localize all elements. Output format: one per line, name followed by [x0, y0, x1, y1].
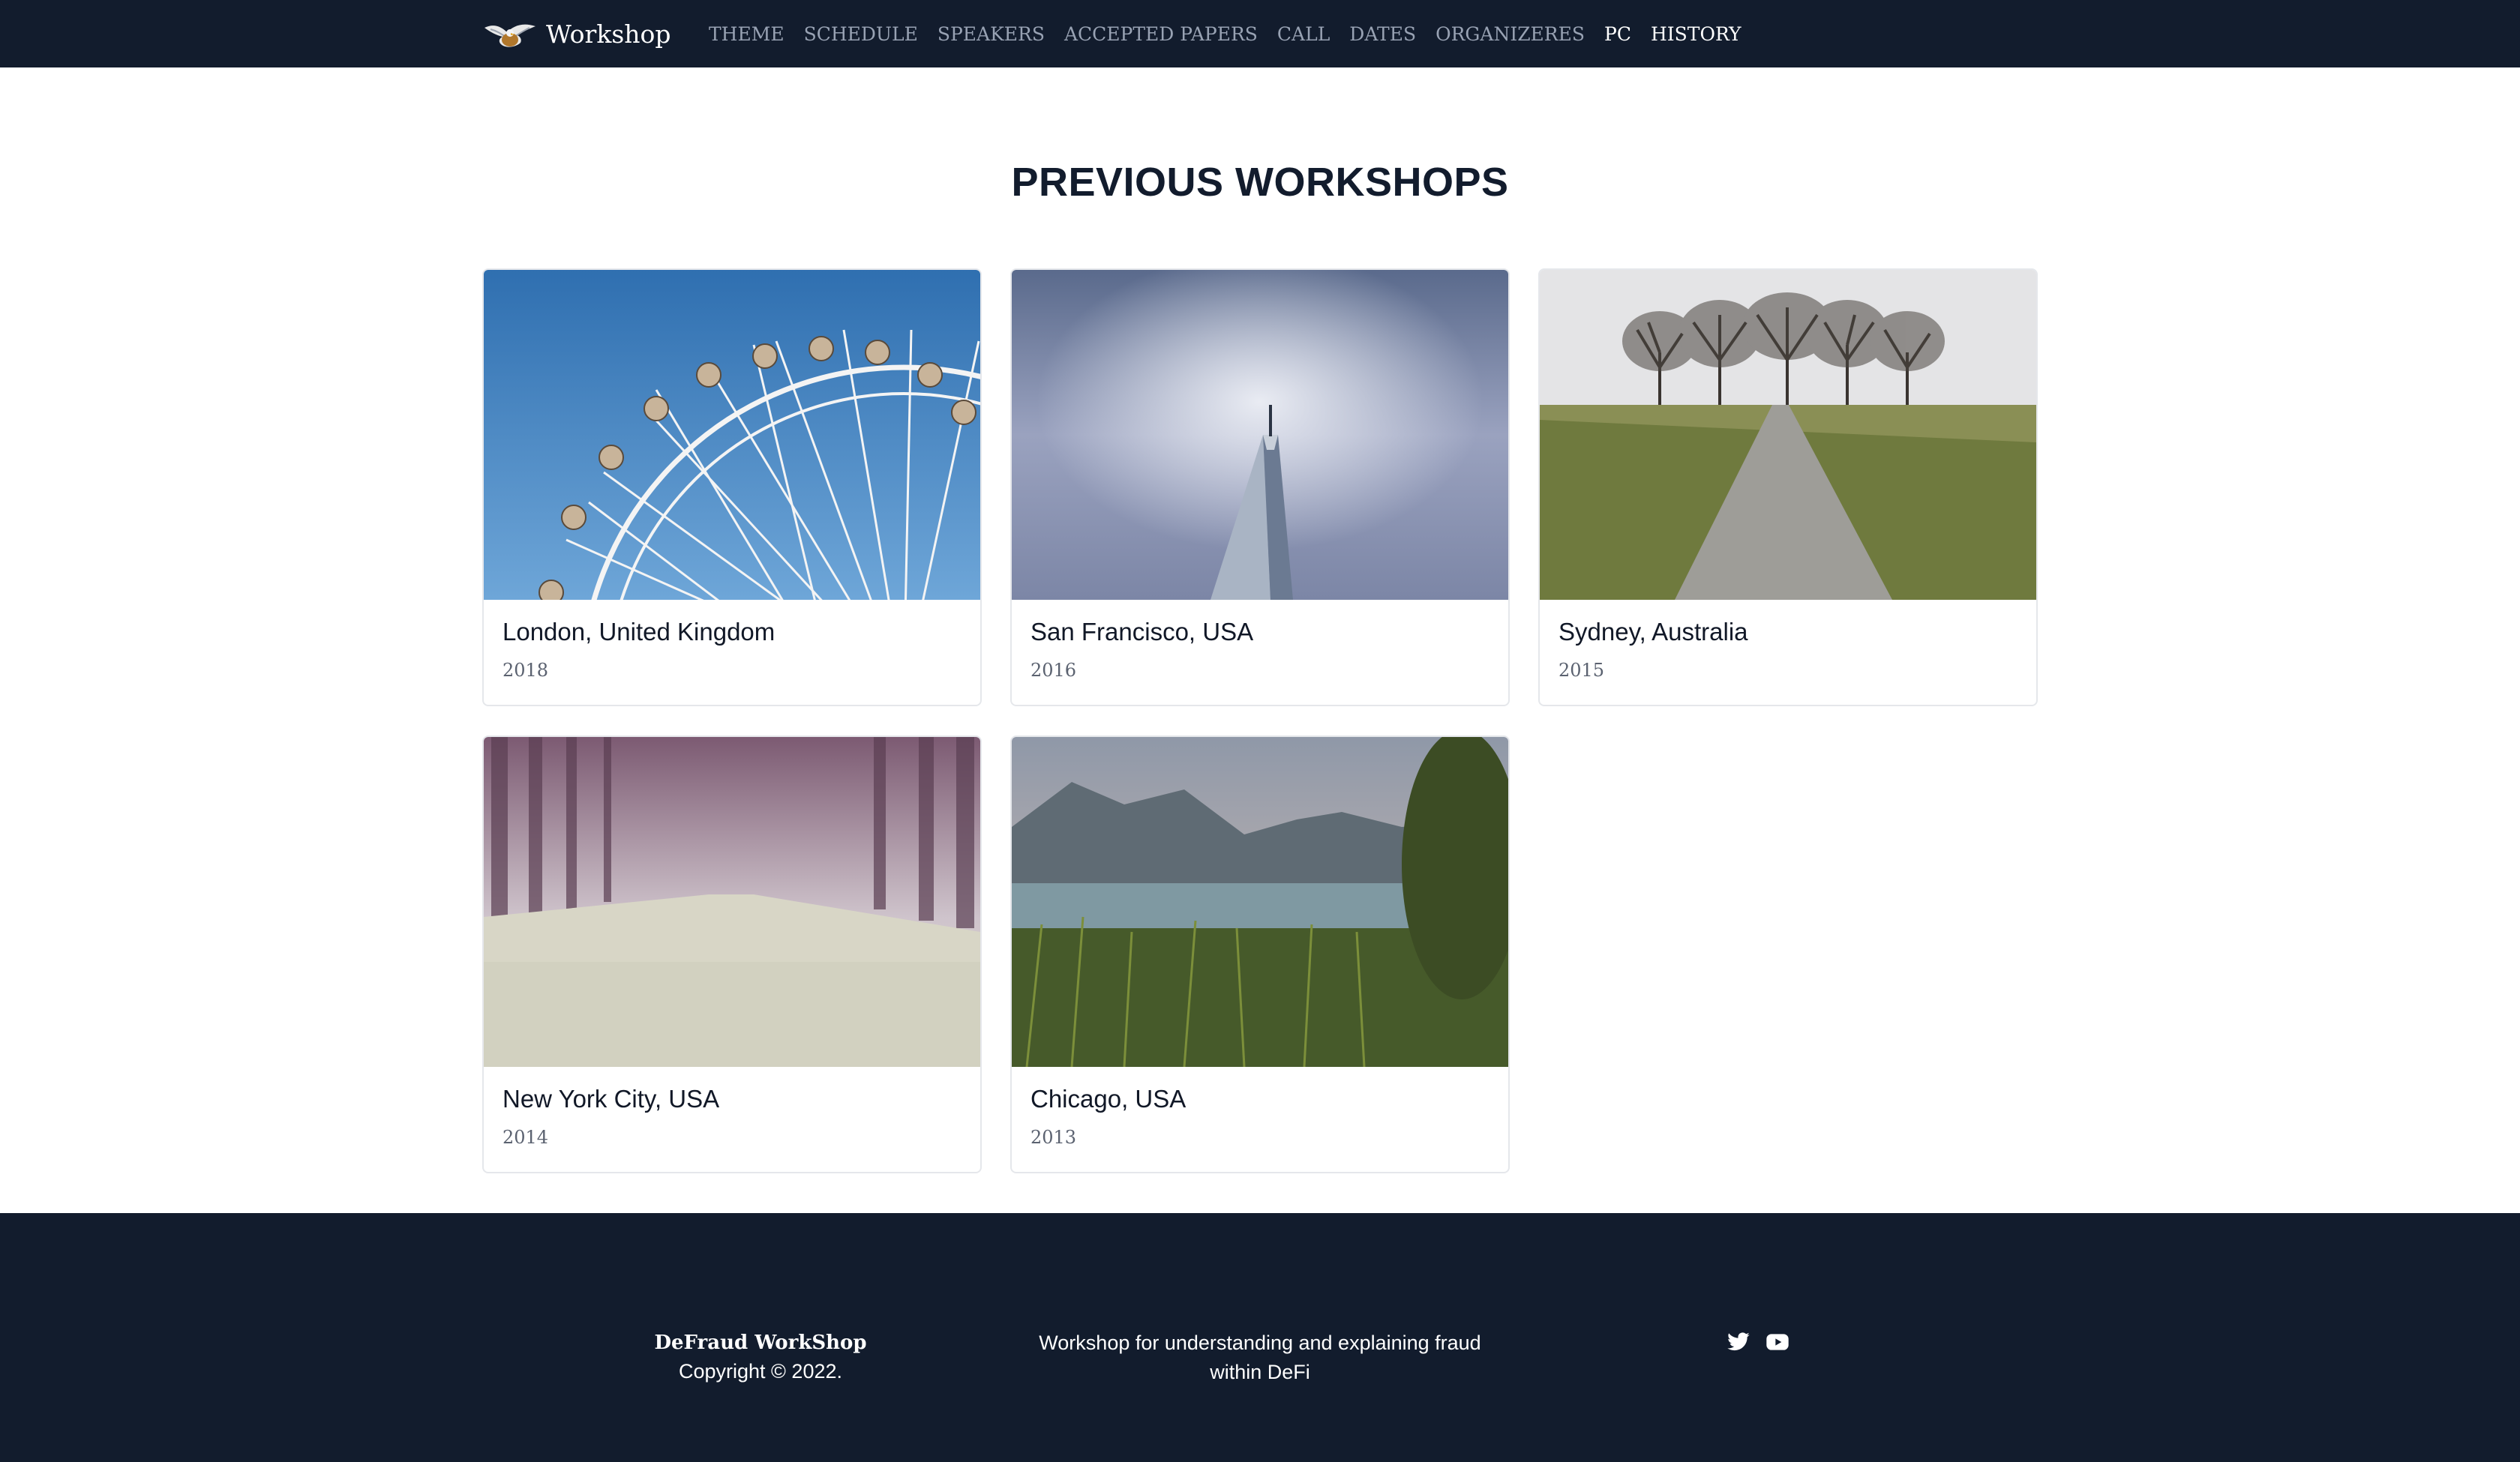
footer: DeFraud WorkShop Copyright © 2022. Works… — [0, 1213, 2520, 1462]
card-year: 2018 — [502, 660, 549, 681]
brand-link[interactable]: Workshop — [483, 16, 671, 51]
card-city: Chicago, USA — [1030, 1085, 1186, 1113]
card-city: Sydney, Australia — [1558, 618, 1748, 646]
workshop-card-new-york-city[interactable]: New York City, USA 2014 — [482, 735, 982, 1173]
card-year: 2014 — [502, 1127, 549, 1148]
nav-link-accepted-papers[interactable]: ACCEPTED PAPERS — [1064, 23, 1258, 45]
card-city: San Francisco, USA — [1030, 618, 1254, 646]
workshop-card-chicago[interactable]: Chicago, USA 2013 — [1010, 735, 1510, 1173]
footer-social-links — [1726, 1330, 1804, 1354]
footer-workshop-name: DeFraud WorkShop — [654, 1332, 867, 1354]
footer-copyright: Copyright © 2022. — [678, 1360, 843, 1383]
nav-link-schedule[interactable]: SCHEDULE — [804, 23, 918, 45]
brand-title: Workshop — [546, 19, 671, 49]
workshop-card-san-francisco[interactable]: San Francisco, USA 2016 — [1010, 268, 1510, 706]
card-city: London, United Kingdom — [502, 618, 776, 646]
nav-link-theme[interactable]: THEME — [709, 23, 784, 45]
skyscraper-clouds-photo — [1012, 270, 1508, 600]
twitter-icon[interactable] — [1726, 1330, 1750, 1354]
youtube-icon[interactable] — [1766, 1330, 1790, 1354]
card-city: New York City, USA — [502, 1085, 720, 1113]
workshop-card-london[interactable]: London, United Kingdom 2018 — [482, 268, 982, 706]
nav-link-speakers[interactable]: SPEAKERS — [938, 23, 1045, 45]
nav-menu: THEME SCHEDULE SPEAKERS ACCEPTED PAPERS … — [709, 0, 1761, 67]
card-year: 2016 — [1030, 660, 1077, 681]
card-year: 2015 — [1558, 660, 1605, 681]
section-title: PREVIOUS WORKSHOPS — [1011, 160, 1509, 205]
workshop-card-sydney[interactable]: Sydney, Australia 2015 — [1538, 268, 2038, 706]
footer-brand: DeFraud WorkShop Copyright © 2022. — [612, 1329, 909, 1386]
nav-link-history[interactable]: HISTORY — [1651, 23, 1742, 45]
eagle-logo-icon — [484, 24, 536, 47]
top-navbar: Workshop THEME SCHEDULE SPEAKERS ACCEPTE… — [0, 0, 2520, 67]
card-year: 2013 — [1030, 1127, 1077, 1148]
nav-link-pc[interactable]: PC — [1604, 23, 1631, 45]
nav-link-dates[interactable]: DATES — [1349, 23, 1416, 45]
path-trees-field-photo — [1540, 270, 2036, 600]
ferris-wheel-photo — [484, 270, 980, 600]
lake-mountains-photo — [1012, 737, 1508, 1067]
nav-link-call[interactable]: CALL — [1277, 23, 1330, 45]
misty-forest-road-photo — [484, 737, 980, 1067]
nav-link-organizeres[interactable]: ORGANIZERES — [1436, 23, 1585, 45]
footer-description: Workshop for understanding and explainin… — [1039, 1332, 1481, 1383]
